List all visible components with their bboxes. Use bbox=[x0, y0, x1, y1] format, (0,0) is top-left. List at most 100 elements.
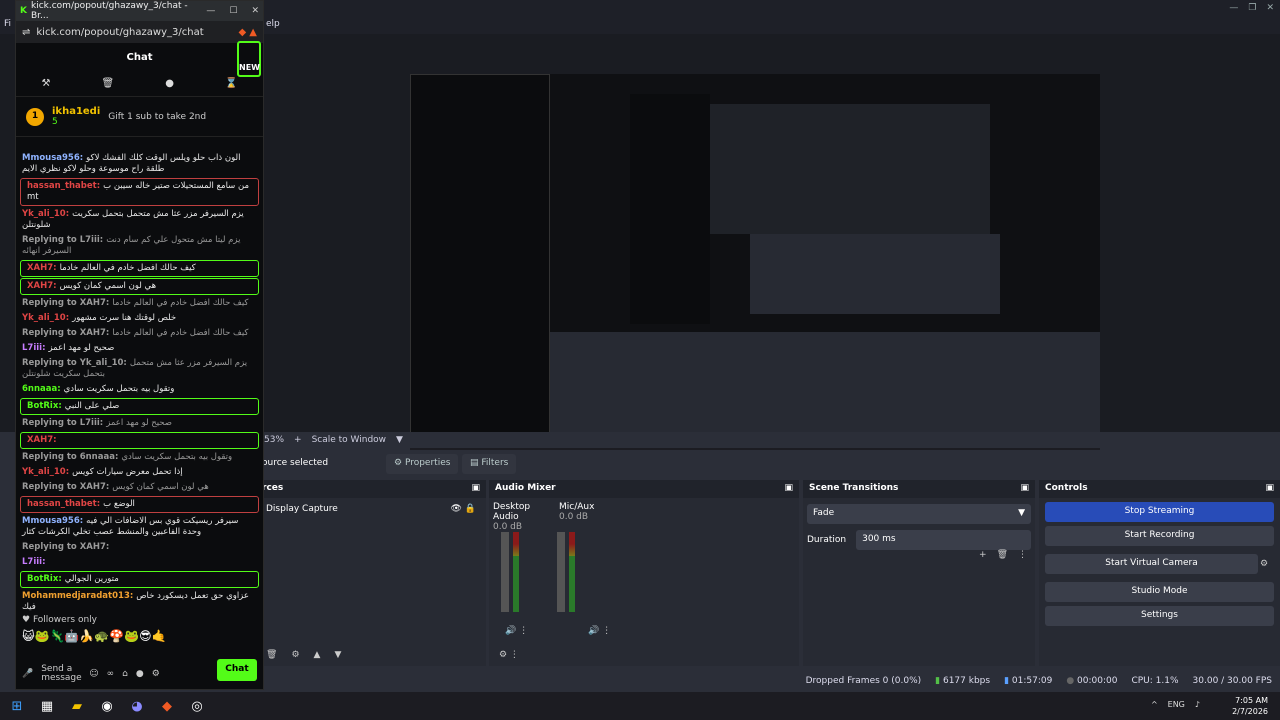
more-icon[interactable]: ⋮ bbox=[1018, 550, 1027, 560]
menu-file[interactable]: Fi bbox=[4, 19, 11, 29]
filters-button[interactable]: ▤ Filters bbox=[462, 454, 517, 474]
message-username[interactable]: XAH7: bbox=[27, 263, 57, 273]
chat-message[interactable]: L7iii: صحيح لو مهد اعمز bbox=[16, 341, 263, 356]
chat-message[interactable]: BotRix: متورين الجوالي bbox=[20, 571, 259, 588]
message-username[interactable]: BotRix: bbox=[27, 401, 62, 411]
volume-icon[interactable]: ♪ bbox=[1195, 700, 1200, 709]
down-icon[interactable]: ▼ bbox=[334, 650, 341, 660]
volume-slider[interactable] bbox=[501, 532, 509, 612]
file-explorer-icon[interactable]: ▰ bbox=[64, 695, 90, 717]
chat-message[interactable]: Replying to Yk_ali_10: يزم السيرفر مزر عث… bbox=[16, 356, 263, 382]
message-username[interactable]: Replying to XAH7: bbox=[22, 328, 109, 338]
address-bar[interactable]: ⇌ kick.com/popout/ghazawy_3/chat ◆ ▲ bbox=[16, 21, 263, 43]
chat-message[interactable]: Yk_ali_10: يزم السيرفر مزر عثا مش متحمل ب… bbox=[16, 207, 263, 233]
discord-icon[interactable]: ◕ bbox=[124, 695, 150, 717]
source-item[interactable]: Display Capture 👁 🔒 bbox=[256, 498, 486, 520]
start-recording-button[interactable]: Start Recording bbox=[1045, 526, 1274, 546]
chat-message[interactable]: Replying to XAH7: bbox=[16, 540, 263, 555]
minimize-icon[interactable]: — bbox=[206, 6, 215, 16]
chat-message[interactable]: XAH7: كيف حالك افضل خادم في العالم خادما bbox=[20, 260, 259, 277]
close-icon[interactable]: ✕ bbox=[251, 6, 259, 16]
scale-mode-select[interactable]: Scale to Window bbox=[312, 435, 386, 445]
chat-message[interactable]: Replying to XAH7: كيف حالك افضل خادم في ا… bbox=[16, 326, 263, 341]
message-input[interactable]: Send a message bbox=[41, 665, 81, 683]
trash-icon[interactable]: 🗑 bbox=[266, 650, 277, 660]
speech-bubble-icon[interactable]: ● bbox=[165, 78, 174, 89]
chat-message[interactable]: hassan_thabet: الوضع ب bbox=[20, 496, 259, 513]
transition-select[interactable]: Fade ▼ bbox=[807, 504, 1031, 524]
dock-menu-icon[interactable]: ▣ bbox=[471, 483, 480, 495]
chevron-up-icon[interactable]: ^ bbox=[1151, 700, 1158, 709]
add-icon[interactable]: + bbox=[979, 550, 987, 560]
clock[interactable]: 7:05 AM 2/7/2026 bbox=[1232, 695, 1268, 717]
obs-icon[interactable]: ◎ bbox=[184, 695, 210, 717]
language-indicator[interactable]: ENG bbox=[1168, 700, 1185, 709]
message-username[interactable]: Yk_ali_10: bbox=[22, 313, 69, 323]
message-username[interactable]: Replying to Yk_ali_10: bbox=[22, 358, 127, 368]
emote-row[interactable]: 😺🐸🦎🤖🍌🐢🍄🐸😎🤙 bbox=[16, 629, 263, 643]
task-view-icon[interactable]: ▦ bbox=[34, 695, 60, 717]
up-icon[interactable]: ▲ bbox=[314, 650, 321, 660]
properties-button[interactable]: ⚙ Properties bbox=[386, 454, 459, 474]
message-username[interactable]: Mmousa956: bbox=[22, 153, 83, 163]
duration-input[interactable]: 300 ms bbox=[856, 530, 1031, 550]
message-username[interactable]: Replying to 6nnaaa: bbox=[22, 452, 118, 462]
settings-button[interactable]: Settings bbox=[1045, 606, 1274, 626]
stop-streaming-button[interactable]: Stop Streaming bbox=[1045, 502, 1274, 522]
link-icon[interactable]: ∞ bbox=[107, 669, 115, 679]
chat-message[interactable]: Yk_ali_10: خلص لوقتك هنا سرت مشهور bbox=[16, 311, 263, 326]
message-username[interactable]: Mmousa956: bbox=[22, 516, 83, 526]
mixer-gear-icon[interactable]: ⚙ ⋮ bbox=[499, 650, 519, 660]
message-username[interactable]: Replying to L7iii: bbox=[22, 418, 103, 428]
gear-icon[interactable]: ⚙ bbox=[1260, 559, 1280, 569]
mic-icon[interactable]: 🎤 bbox=[22, 669, 33, 679]
message-username[interactable]: Mohammedjaradat013: bbox=[22, 591, 133, 601]
add-icon[interactable]: + bbox=[294, 435, 302, 445]
dock-menu-icon[interactable]: ▣ bbox=[1265, 483, 1274, 495]
message-username[interactable]: XAH7: bbox=[27, 435, 57, 445]
chat-icon[interactable]: ● bbox=[136, 669, 144, 679]
chat-message[interactable]: hassan_thabet: من سامع المستحيلات صتير خا… bbox=[20, 178, 259, 206]
message-username[interactable]: L7iii: bbox=[22, 343, 45, 353]
volume-slider[interactable] bbox=[557, 532, 565, 612]
eye-icon[interactable]: 👁 🔒 bbox=[451, 504, 477, 514]
chat-message[interactable]: Mohammedjaradat013: عزاوي حق تعمل ديسكورد… bbox=[16, 589, 263, 611]
chat-message[interactable]: XAH7: هي لون اسمي كمان كويس bbox=[20, 278, 259, 295]
message-username[interactable]: Replying to XAH7: bbox=[22, 482, 109, 492]
gift-user[interactable]: ikha1edi bbox=[52, 106, 100, 117]
chat-message[interactable]: Replying to 6nnaaa: وتقول بيه بتحمل سكريت… bbox=[16, 450, 263, 465]
steam-icon[interactable]: ◉ bbox=[94, 695, 120, 717]
message-username[interactable]: Replying to L7iii: bbox=[22, 235, 103, 245]
chat-message[interactable]: BotRix: صلي على النبي bbox=[20, 398, 259, 415]
settings-icon[interactable]: ⚙ bbox=[152, 669, 160, 679]
brave-shield-icon[interactable]: ◆ ▲ bbox=[238, 27, 257, 38]
trash-icon[interactable]: 🗑 bbox=[997, 550, 1008, 560]
send-chat-button[interactable]: Chat bbox=[217, 659, 257, 681]
chat-message[interactable]: Replying to L7iii: صحيح لو مهد اعمز bbox=[16, 416, 263, 431]
chat-message[interactable]: XAH7: bbox=[20, 432, 259, 449]
windows-start-icon[interactable]: ⊞ bbox=[4, 695, 30, 717]
site-info-icon[interactable]: ⇌ bbox=[22, 27, 30, 38]
chat-message[interactable]: Replying to XAH7: هي لون اسمي كمان كويس bbox=[16, 480, 263, 495]
gear-icon[interactable]: ⚙ bbox=[291, 650, 299, 660]
chat-message[interactable]: Yk_ali_10: إذا تحمل معرض سيارات كويس bbox=[16, 465, 263, 480]
message-username[interactable]: BotRix: bbox=[27, 574, 62, 584]
store-icon[interactable]: ⌂ bbox=[122, 669, 128, 679]
chat-message[interactable]: 6nnaaa: وتقول بيه بتحمل سكريت سادي bbox=[16, 382, 263, 397]
message-username[interactable]: Replying to XAH7: bbox=[22, 298, 109, 308]
dock-menu-icon[interactable]: ▣ bbox=[784, 483, 793, 495]
message-username[interactable]: hassan_thabet: bbox=[27, 181, 100, 191]
chat-message[interactable]: L7iii: bbox=[16, 555, 263, 570]
new-menu-button[interactable]: NEW bbox=[237, 41, 261, 77]
message-username[interactable]: hassan_thabet: bbox=[27, 499, 100, 509]
chat-message[interactable]: Mmousa956: الون ذاب حلو ويلس الوقت كلك ال… bbox=[16, 151, 263, 177]
chat-message[interactable]: Replying to L7iii: يزم ليتا مش متحول علي … bbox=[16, 233, 263, 259]
chat-message[interactable]: Mmousa956: سيرفر ريسيكت قوي بس الاضافات ا… bbox=[16, 514, 263, 540]
message-username[interactable]: L7iii: bbox=[22, 557, 45, 567]
close-icon[interactable]: ✕ bbox=[1266, 3, 1274, 13]
start-virtual-camera-button[interactable]: Start Virtual Camera bbox=[1045, 554, 1258, 574]
message-username[interactable]: Yk_ali_10: bbox=[22, 467, 69, 477]
brave-icon[interactable]: ◆ bbox=[154, 695, 180, 717]
message-username[interactable]: 6nnaaa: bbox=[22, 384, 61, 394]
hourglass-icon[interactable]: ⌛ bbox=[225, 78, 237, 89]
